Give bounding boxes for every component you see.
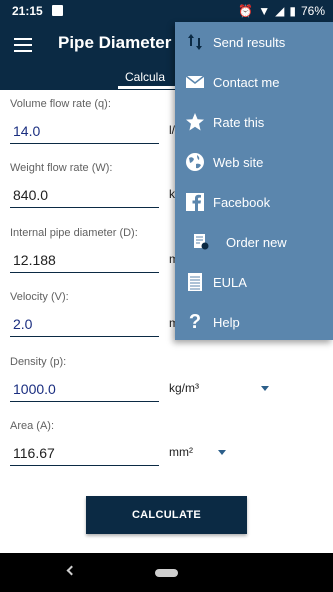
image-notification-icon [52,5,63,16]
overflow-menu: Send results Contact me Rate this Web si… [175,22,333,340]
alarm-icon: ⏰ [238,4,254,18]
battery-icon: ▮ [289,4,296,18]
menu-item-label: Rate this [213,115,265,130]
pipe-diameter-input[interactable]: 12.188 [10,249,159,273]
document-list-icon [185,272,205,292]
status-bar: 21:15 ⏰ ▼ ◢ ▮ 76% [0,0,333,22]
menu-item-label: Contact me [213,75,280,90]
menu-item-help[interactable]: ? Help [175,302,333,342]
menu-item-eula[interactable]: EULA [175,262,333,302]
menu-item-send-results[interactable]: Send results [175,22,333,62]
area-input[interactable]: 116.67 [10,442,159,466]
order-form-icon [191,232,211,252]
signal-icon: ◢ [275,4,285,18]
field-label: Area (A): [10,420,55,432]
sort-arrows-icon [185,32,205,52]
app-title: Pipe Diameter [58,33,172,52]
menu-item-web-site[interactable]: Web site [175,142,333,182]
menu-item-label: EULA [213,275,247,290]
unit-select[interactable]: mm² [169,445,193,459]
wifi-icon: ▼ [258,4,271,18]
field-label: Density (p): [10,356,67,368]
menu-item-label: Help [213,315,240,330]
dropdown-arrow-icon[interactable] [261,386,269,391]
system-nav-bar [0,553,333,592]
menu-item-facebook[interactable]: Facebook [175,182,333,222]
velocity-input[interactable]: 2.0 [10,313,159,337]
menu-item-order-new[interactable]: Order new [175,222,333,262]
facebook-icon [185,192,205,212]
menu-item-label: Web site [213,155,264,170]
calculate-button[interactable]: CALCULATE [86,496,247,534]
menu-item-rate-this[interactable]: Rate this [175,102,333,142]
status-time: 21:15 [12,4,43,18]
tab-calculate[interactable]: Calcula [125,70,165,84]
hamburger-menu-icon[interactable] [14,38,32,52]
menu-item-contact-me[interactable]: Contact me [175,62,333,102]
battery-percent: 76% [300,4,325,18]
menu-item-label: Facebook [213,195,271,210]
back-icon[interactable] [66,565,77,576]
volume-flow-rate-input[interactable]: 14.0 [10,120,159,144]
menu-item-label: Order new [226,235,287,250]
weight-flow-rate-input[interactable]: 840.0 [10,184,159,208]
field-area: Area (A): 116.67 mm² [10,420,310,466]
unit-select[interactable]: kg/m³ [169,381,199,395]
home-pill-icon[interactable] [155,569,178,577]
envelope-icon [185,72,205,92]
question-mark-icon: ? [188,310,202,333]
field-density: Density (p): 1000.0 kg/m³ [10,356,310,402]
globe-icon [185,152,205,172]
menu-item-label: Send results [213,35,286,50]
dropdown-arrow-icon[interactable] [218,450,226,455]
status-icons: ⏰ ▼ ◢ ▮ 76% [238,4,325,18]
density-input[interactable]: 1000.0 [10,378,159,402]
star-icon [185,112,205,132]
